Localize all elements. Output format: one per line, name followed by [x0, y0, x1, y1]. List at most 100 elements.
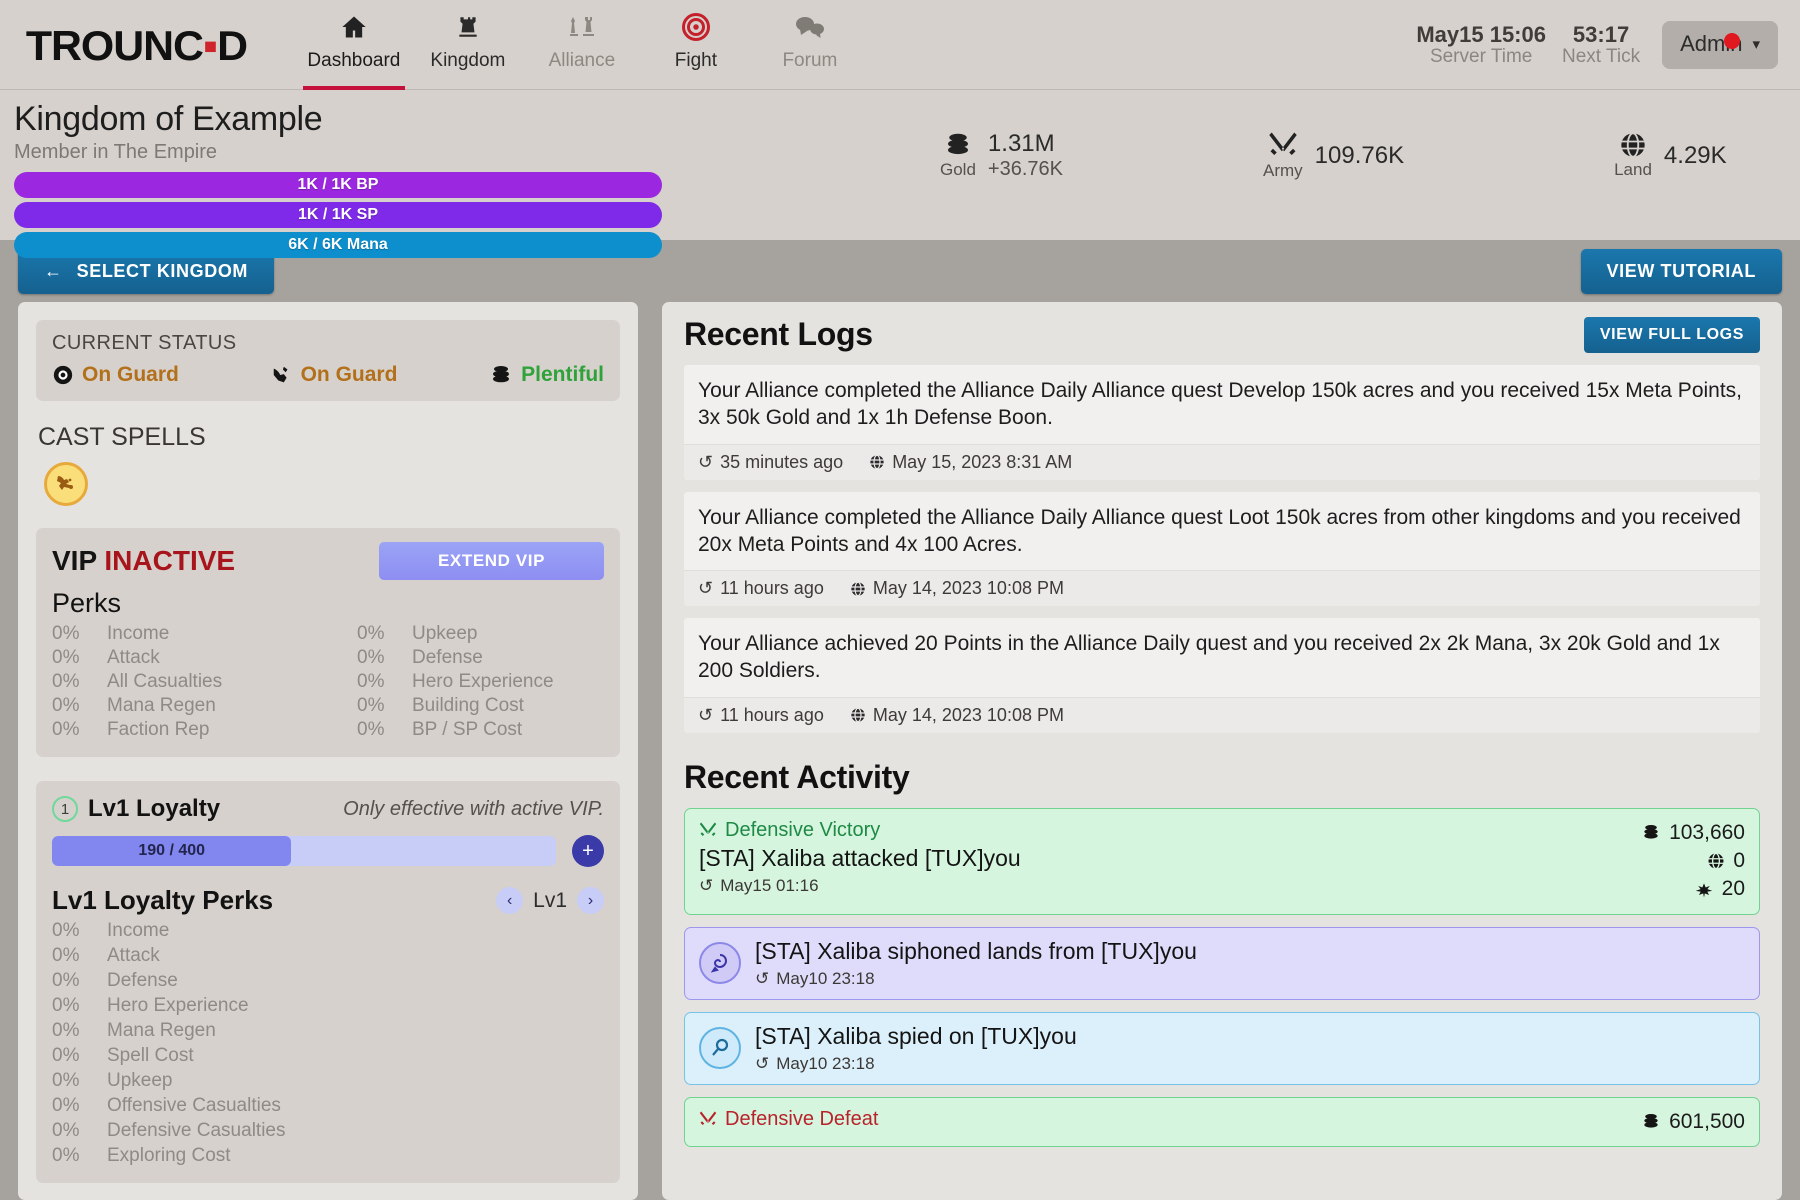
recent-logs-header: Recent Logs VIEW FULL LOGS — [684, 316, 1760, 353]
activity-time: ↺ May15 01:16 — [699, 876, 1575, 896]
activity-time: ↺ May10 23:18 — [755, 969, 1745, 989]
add-loyalty-button[interactable]: + — [572, 835, 604, 867]
log-entry-text: Your Alliance achieved 20 Points in the … — [684, 618, 1760, 697]
activity-stats: 103,660 0 20 — [1575, 819, 1745, 904]
log-relative-time: ↺ 11 hours ago — [698, 578, 824, 599]
nav-item-dashboard[interactable]: Dashboard — [297, 0, 411, 90]
recent-activity-title: Recent Activity — [684, 758, 910, 795]
log-absolute-time-text: May 14, 2023 10:08 PM — [872, 578, 1064, 599]
sidebar-panel: CURRENT STATUS On Guard On Guard Plentif… — [18, 302, 638, 1200]
vip-perk-label: Building Cost — [412, 695, 524, 716]
nav-label-kingdom: Kingdom — [430, 50, 506, 71]
loyalty-perk-value: 0% — [52, 1120, 80, 1141]
server-time: May15 15:06 Server Time — [1416, 23, 1546, 66]
activity-row[interactable]: Defensive Defeat 601,500 — [684, 1096, 1760, 1148]
nav-label-alliance: Alliance — [548, 50, 616, 71]
gold-coins-icon — [1641, 1112, 1661, 1131]
select-kingdom-label: SELECT KINGDOM — [76, 260, 249, 281]
nav-label-fight: Fight — [674, 50, 718, 71]
chevron-right-icon[interactable]: › — [577, 887, 604, 914]
status-item-thievery[interactable]: On Guard — [271, 363, 490, 387]
logo-text-before: TROUNC — [25, 22, 204, 69]
bp-bar[interactable]: 1K / 1K BP — [14, 172, 662, 198]
activity-row[interactable]: [STA] Xaliba spied on [TUX]you ↺ May10 2… — [684, 1011, 1760, 1085]
castle-tower-icon — [455, 10, 481, 44]
log-relative-time-text: 11 hours ago — [720, 578, 824, 599]
resource-army-value: 109.76K — [1314, 141, 1405, 169]
resource-gold: Gold 1.31M +36.76K — [940, 130, 1063, 181]
crossed-swords-icon — [699, 821, 717, 839]
app-logo[interactable]: TROUNC▪D — [25, 22, 248, 70]
log-entry[interactable]: Your Alliance achieved 20 Points in the … — [684, 618, 1760, 733]
history-clock-icon: ↺ — [699, 875, 714, 895]
loyalty-perk-label: Exploring Cost — [107, 1145, 231, 1166]
activity-stat-land-value: 0 — [1733, 849, 1745, 873]
chevron-down-icon: ▾ — [1752, 36, 1760, 53]
mana-bar[interactable]: 6K / 6K Mana — [14, 232, 662, 258]
activity-kind-label: Defensive Defeat — [725, 1107, 879, 1130]
sp-bar[interactable]: 1K / 1K SP — [14, 202, 662, 228]
log-relative-time: ↺ 35 minutes ago — [698, 452, 843, 473]
chevron-left-icon[interactable]: ‹ — [496, 887, 524, 914]
loyalty-perk-value: 0% — [52, 945, 80, 966]
nav-item-alliance[interactable]: Alliance — [525, 0, 639, 90]
loyalty-progress-label: 190 / 400 — [138, 842, 206, 859]
siphon-spell-icon — [699, 942, 741, 985]
activity-row[interactable]: Defensive Victory [STA] Xaliba attacked … — [684, 807, 1760, 915]
loyalty-progress-fill: 190 / 400 — [52, 836, 292, 866]
log-absolute-time: May 14, 2023 10:08 PM — [850, 578, 1064, 599]
mana-bar-label: 6K / 6K Mana — [288, 236, 388, 253]
loyalty-perks-header: Lv1 Loyalty Perks ‹ Lv1 › — [52, 885, 604, 916]
log-entry[interactable]: Your Alliance completed the Alliance Dai… — [684, 365, 1760, 480]
gold-coins-icon: Gold — [940, 131, 976, 180]
vip-perk-value: 0% — [52, 623, 80, 644]
vip-perks-title: Perks — [52, 588, 122, 618]
resource-gold-delta: +36.76K — [987, 157, 1063, 180]
loyalty-perk-label: Attack — [107, 945, 160, 966]
thief-hand-icon — [271, 364, 293, 386]
history-clock-icon: ↺ — [698, 578, 714, 599]
kingdom-summary-bar: Kingdom of Example Member in The Empire … — [0, 90, 1800, 258]
activity-kind-label: Defensive Victory — [725, 818, 881, 841]
activity-time: ↺ May10 23:18 — [755, 1054, 1745, 1074]
log-absolute-time-text: May 14, 2023 10:08 PM — [872, 704, 1064, 725]
loyalty-perk-label: Defensive Casualties — [107, 1120, 286, 1141]
resource-gold-value: 1.31M — [987, 130, 1055, 158]
activity-row[interactable]: [STA] Xaliba siphoned lands from [TUX]yo… — [684, 926, 1760, 1000]
history-clock-icon: ↺ — [698, 704, 714, 725]
gold-spell-icon[interactable] — [44, 462, 88, 506]
loyalty-perk-value: 0% — [52, 920, 80, 941]
nav-item-fight[interactable]: Fight — [639, 0, 753, 90]
view-tutorial-button[interactable]: VIEW TUTORIAL — [1580, 248, 1782, 294]
main-nav: Dashboard Kingdom Alliance Fight Forum — [297, 0, 867, 90]
soldiers-icon — [1694, 881, 1714, 899]
bp-bar-label: 1K / 1K BP — [297, 176, 379, 193]
activity-main: Defensive Victory [STA] Xaliba attacked … — [699, 819, 1575, 904]
nav-item-kingdom[interactable]: Kingdom — [411, 0, 525, 90]
loyalty-level-badge: 1 — [52, 796, 78, 822]
status-item-treasury[interactable]: Plentiful — [489, 363, 604, 387]
loyalty-perk-label: Offensive Casualties — [107, 1095, 281, 1116]
status-item-defense[interactable]: On Guard — [52, 363, 271, 387]
activity-time-text: May10 23:18 — [776, 1053, 875, 1073]
loyalty-progress-bar[interactable]: 190 / 400 — [52, 836, 556, 866]
resource-land-value: 4.29K — [1663, 141, 1727, 169]
nav-item-forum[interactable]: Forum — [753, 0, 867, 90]
status-item-thievery-label: On Guard — [300, 363, 398, 386]
loyalty-perk-value: 0% — [52, 1020, 80, 1041]
loyalty-perk-label: Mana Regen — [107, 1020, 216, 1041]
current-status-box: CURRENT STATUS On Guard On Guard Plentif… — [36, 320, 620, 401]
log-absolute-time: May 14, 2023 10:08 PM — [850, 705, 1064, 726]
history-clock-icon: ↺ — [755, 1053, 770, 1073]
vip-perks-grid: 0% Income 0% Upkeep 0% Attack 0% Defense… — [52, 623, 604, 741]
chess-pieces-icon — [567, 10, 597, 44]
vip-title-label: VIP — [52, 545, 97, 576]
extend-vip-button[interactable]: EXTEND VIP — [379, 542, 604, 580]
log-entry[interactable]: Your Alliance completed the Alliance Dai… — [684, 491, 1760, 607]
view-full-logs-button[interactable]: VIEW FULL LOGS — [1583, 316, 1760, 353]
loyalty-level-stepper: ‹ Lv1 › — [496, 887, 604, 914]
vip-perk-value: 0% — [357, 623, 385, 644]
loyalty-perk-value: 0% — [52, 970, 80, 991]
account-menu-button[interactable]: Admin ▾ — [1662, 21, 1778, 69]
nav-label-forum: Forum — [782, 50, 838, 71]
